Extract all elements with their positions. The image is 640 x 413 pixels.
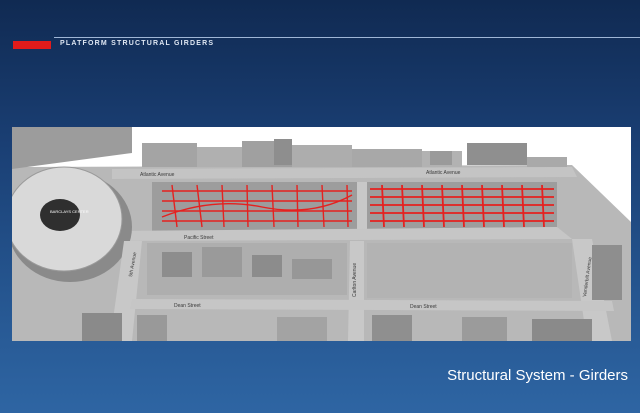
street-label-atlantic-right: Atlantic Avenue [426,170,461,176]
back-building-left [12,127,132,169]
back-building [527,157,567,167]
back-building [197,147,242,167]
platform-west [152,182,357,231]
back-building [292,145,352,167]
atlantic-avenue-road [112,167,577,179]
arena-logo [40,199,80,231]
dean-street-road [130,299,614,311]
back-tower-right [467,143,527,165]
block-far-east [592,245,622,300]
street-label-dean-right: Dean Street [410,304,437,310]
street-label-carlton: Carlton Avenue [352,263,358,297]
site-model-svg: Atlantic Avenue Atlantic Avenue Pacific … [12,127,631,341]
site-rendering: Atlantic Avenue Atlantic Avenue Pacific … [12,127,631,341]
carlton-bridge [357,182,367,229]
top-divider-line [54,37,640,38]
street-label-dean-left: Dean Street [174,303,201,309]
back-tower [274,139,292,165]
red-accent-bar [13,41,51,49]
street-label-pacific: Pacific Street [184,235,214,241]
back-building [430,151,452,165]
section-label: PLATFORM STRUCTURAL GIRDERS [60,40,215,47]
back-building [352,149,422,167]
back-building [142,143,197,167]
street-label-atlantic-left: Atlantic Avenue [140,172,175,178]
arena-sign-text: BARCLAYS CENTER [50,209,89,214]
slide-caption: Structural System - Girders [447,367,628,384]
block-south-east [367,243,572,298]
